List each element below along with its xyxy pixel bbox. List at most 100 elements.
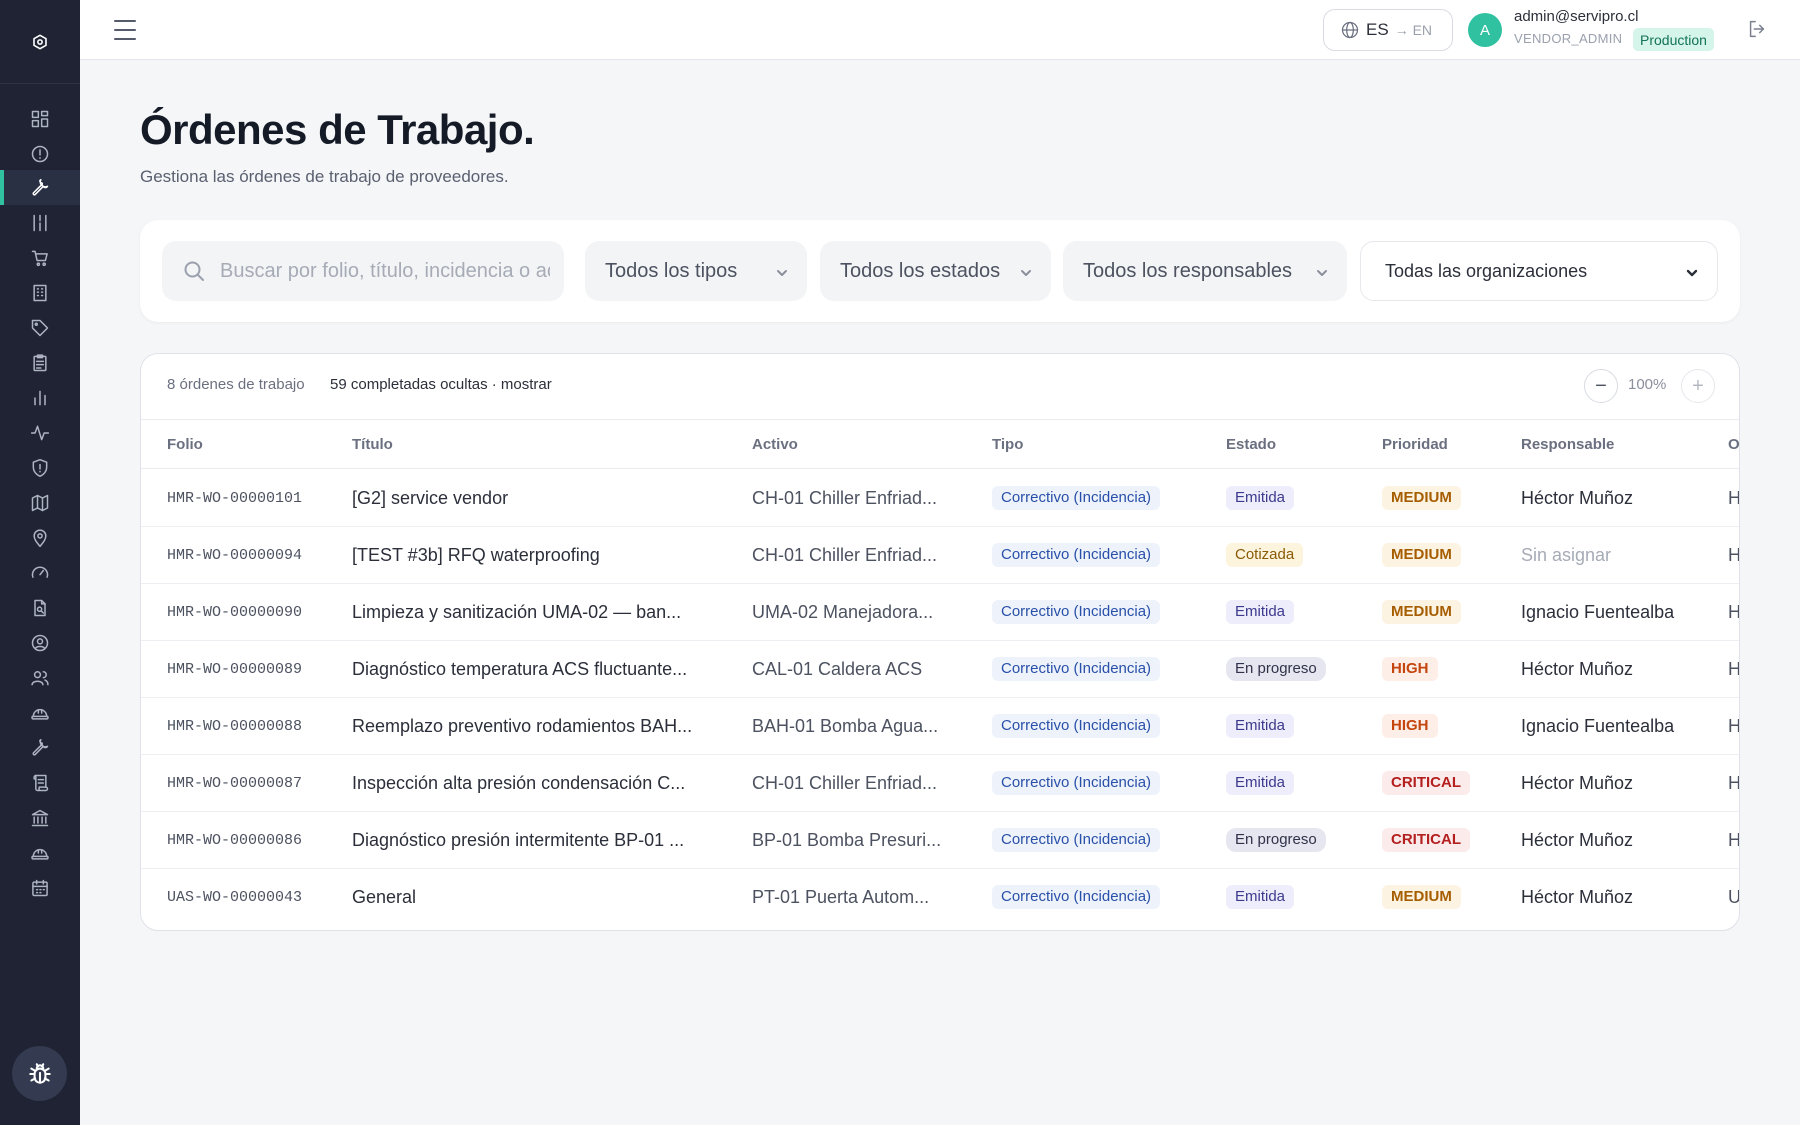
sidebar-item-checklists[interactable] [0, 345, 80, 380]
column-header-type[interactable]: Tipo [992, 436, 1023, 453]
cell-assignee: Ignacio Fuentealba [1521, 716, 1675, 736]
status-filter[interactable]: Todos los estados [820, 241, 1051, 301]
scroll-icon [33, 774, 49, 791]
priority-badge: CRITICAL [1382, 828, 1470, 852]
status-badge: Emitida [1226, 486, 1295, 510]
sidebar-item-security[interactable] [0, 450, 80, 485]
sidebar-item-activity[interactable] [0, 415, 80, 450]
menu-toggle-icon[interactable] [114, 18, 136, 42]
cell-asset: CH-01 Chiller Enfriad... [752, 545, 938, 565]
priority-badge: MEDIUM [1382, 885, 1461, 909]
cell-title: Inspección alta presión condensación C..… [352, 773, 686, 793]
user-role: VENDOR_ADMIN [1514, 31, 1623, 46]
app-logo[interactable] [0, 0, 80, 84]
chevron-down-icon [1019, 263, 1033, 277]
cell-folio: HMR-WO-00000088 [167, 718, 303, 735]
cell-folio: HMR-WO-00000094 [167, 547, 303, 564]
sidebar-item-maintenance[interactable] [0, 730, 80, 765]
sidebar-item-gauge[interactable] [0, 555, 80, 590]
avatar[interactable]: A [1468, 13, 1502, 47]
sidebar-item-calendar[interactable] [0, 870, 80, 905]
type-badge: Correctivo (Incidencia) [992, 543, 1161, 567]
activity-icon [30, 425, 50, 440]
sidebar-item-purchases[interactable] [0, 240, 80, 275]
table-row[interactable]: HMR-WO-00000094 [TEST #3b] RFQ waterproo… [141, 527, 1739, 584]
bug-report-button[interactable] [12, 1046, 67, 1101]
sidebar-item-contracts[interactable] [0, 765, 80, 800]
show-completed-link[interactable]: 59 completadas ocultas · mostrar [330, 376, 552, 393]
page-subtitle: Gestiona las órdenes de trabajo de prove… [140, 167, 509, 186]
sidebar-item-safety[interactable] [0, 835, 80, 870]
column-header-folio[interactable]: Folio [167, 436, 203, 453]
organization-filter[interactable]: Todas las organizaciones [1360, 241, 1718, 301]
sidebar-item-reports[interactable] [0, 380, 80, 415]
logout-button[interactable] [1746, 18, 1770, 42]
cell-asset: CAL-01 Caldera ACS [752, 659, 923, 679]
cell-assignee: Héctor Muñoz [1521, 488, 1634, 508]
sidebar-item-tools[interactable] [0, 205, 80, 240]
sidebar-item-locations[interactable] [0, 520, 80, 555]
table-row[interactable]: HMR-WO-00000090 Limpieza y sanitización … [141, 584, 1740, 641]
cell-folio: HMR-WO-00000089 [167, 661, 303, 678]
table-row[interactable]: UAS-WO-00000043 General PT-01 Puerta Aut… [141, 869, 1740, 926]
cell-organization: U [1728, 887, 1740, 907]
type-filter[interactable]: Todos los tipos [585, 241, 807, 301]
sidebar-item-buildings[interactable] [0, 275, 80, 310]
sidebar [0, 0, 80, 1125]
column-header-assignee[interactable]: Responsable [1521, 436, 1614, 453]
sidebar-item-tags[interactable] [0, 310, 80, 345]
user-email: admin@servipro.cl [1514, 8, 1639, 25]
sidebar-item-profile[interactable] [0, 625, 80, 660]
users-icon [31, 670, 49, 685]
assignee-filter[interactable]: Todos los responsables [1063, 241, 1347, 301]
sidebar-item-map[interactable] [0, 485, 80, 520]
table-row[interactable]: HMR-WO-00000089 Diagnóstico temperatura … [141, 641, 1739, 698]
table-row[interactable]: HMR-WO-00000088 Reemplazo preventivo rod… [141, 698, 1739, 755]
hardhat-icon [31, 708, 49, 720]
table-row[interactable]: HMR-WO-00000086 Diagnóstico presión inte… [141, 812, 1739, 869]
cell-organization: H [1728, 602, 1740, 622]
column-header-organization[interactable]: O [1728, 436, 1739, 453]
sidebar-item-finance[interactable] [0, 800, 80, 835]
sidebar-item-incidents[interactable] [0, 136, 80, 171]
cell-organization: H [1728, 488, 1740, 508]
cell-assignee: Sin asignar [1521, 545, 1612, 565]
cell-assignee: Héctor Muñoz [1521, 830, 1634, 850]
type-badge: Correctivo (Incidencia) [992, 885, 1161, 909]
zoom-out-button[interactable]: − [1584, 369, 1618, 403]
column-header-asset[interactable]: Activo [752, 436, 798, 453]
sidebar-item-work-orders[interactable] [0, 170, 80, 205]
column-header-title[interactable]: Título [352, 436, 393, 453]
building-icon [33, 284, 47, 301]
tools-icon [33, 214, 47, 231]
file-search-icon [34, 599, 46, 616]
calendar-icon [32, 879, 48, 896]
priority-badge: HIGH [1382, 657, 1438, 681]
table-row[interactable]: HMR-WO-00000087 Inspección alta presión … [141, 755, 1739, 812]
table-row[interactable]: HMR-WO-00000101 [G2] service vendor CH-0… [141, 470, 1740, 527]
column-header-status[interactable]: Estado [1226, 436, 1276, 453]
zoom-in-button[interactable]: + [1681, 369, 1715, 403]
sidebar-item-contractors[interactable] [0, 695, 80, 730]
search-input[interactable] [220, 259, 550, 283]
priority-badge: MEDIUM [1382, 600, 1461, 624]
column-header-priority[interactable]: Prioridad [1382, 436, 1448, 453]
cell-title: [G2] service vendor [352, 488, 509, 508]
table-header: Folio Título Activo Tipo Estado Priorida… [141, 419, 1739, 469]
sidebar-item-documents[interactable] [0, 590, 80, 625]
cell-folio: HMR-WO-00000090 [167, 604, 303, 621]
hardhat-icon [31, 848, 49, 860]
type-badge: Correctivo (Incidencia) [992, 828, 1161, 852]
type-badge: Correctivo (Incidencia) [992, 657, 1161, 681]
bug-icon [28, 1062, 51, 1084]
tag-icon [31, 319, 49, 336]
search-field[interactable] [162, 241, 564, 301]
cell-title: Limpieza y sanitización UMA-02 — ban... [352, 602, 682, 622]
sidebar-item-users[interactable] [0, 660, 80, 695]
chevron-down-icon [1315, 263, 1329, 277]
status-badge: En progreso [1226, 828, 1326, 852]
cell-assignee: Ignacio Fuentealba [1521, 602, 1675, 622]
language-switcher[interactable]: ES → EN [1323, 9, 1453, 51]
cell-asset: BAH-01 Bomba Agua... [752, 716, 939, 736]
sidebar-item-dashboard[interactable] [0, 101, 80, 136]
